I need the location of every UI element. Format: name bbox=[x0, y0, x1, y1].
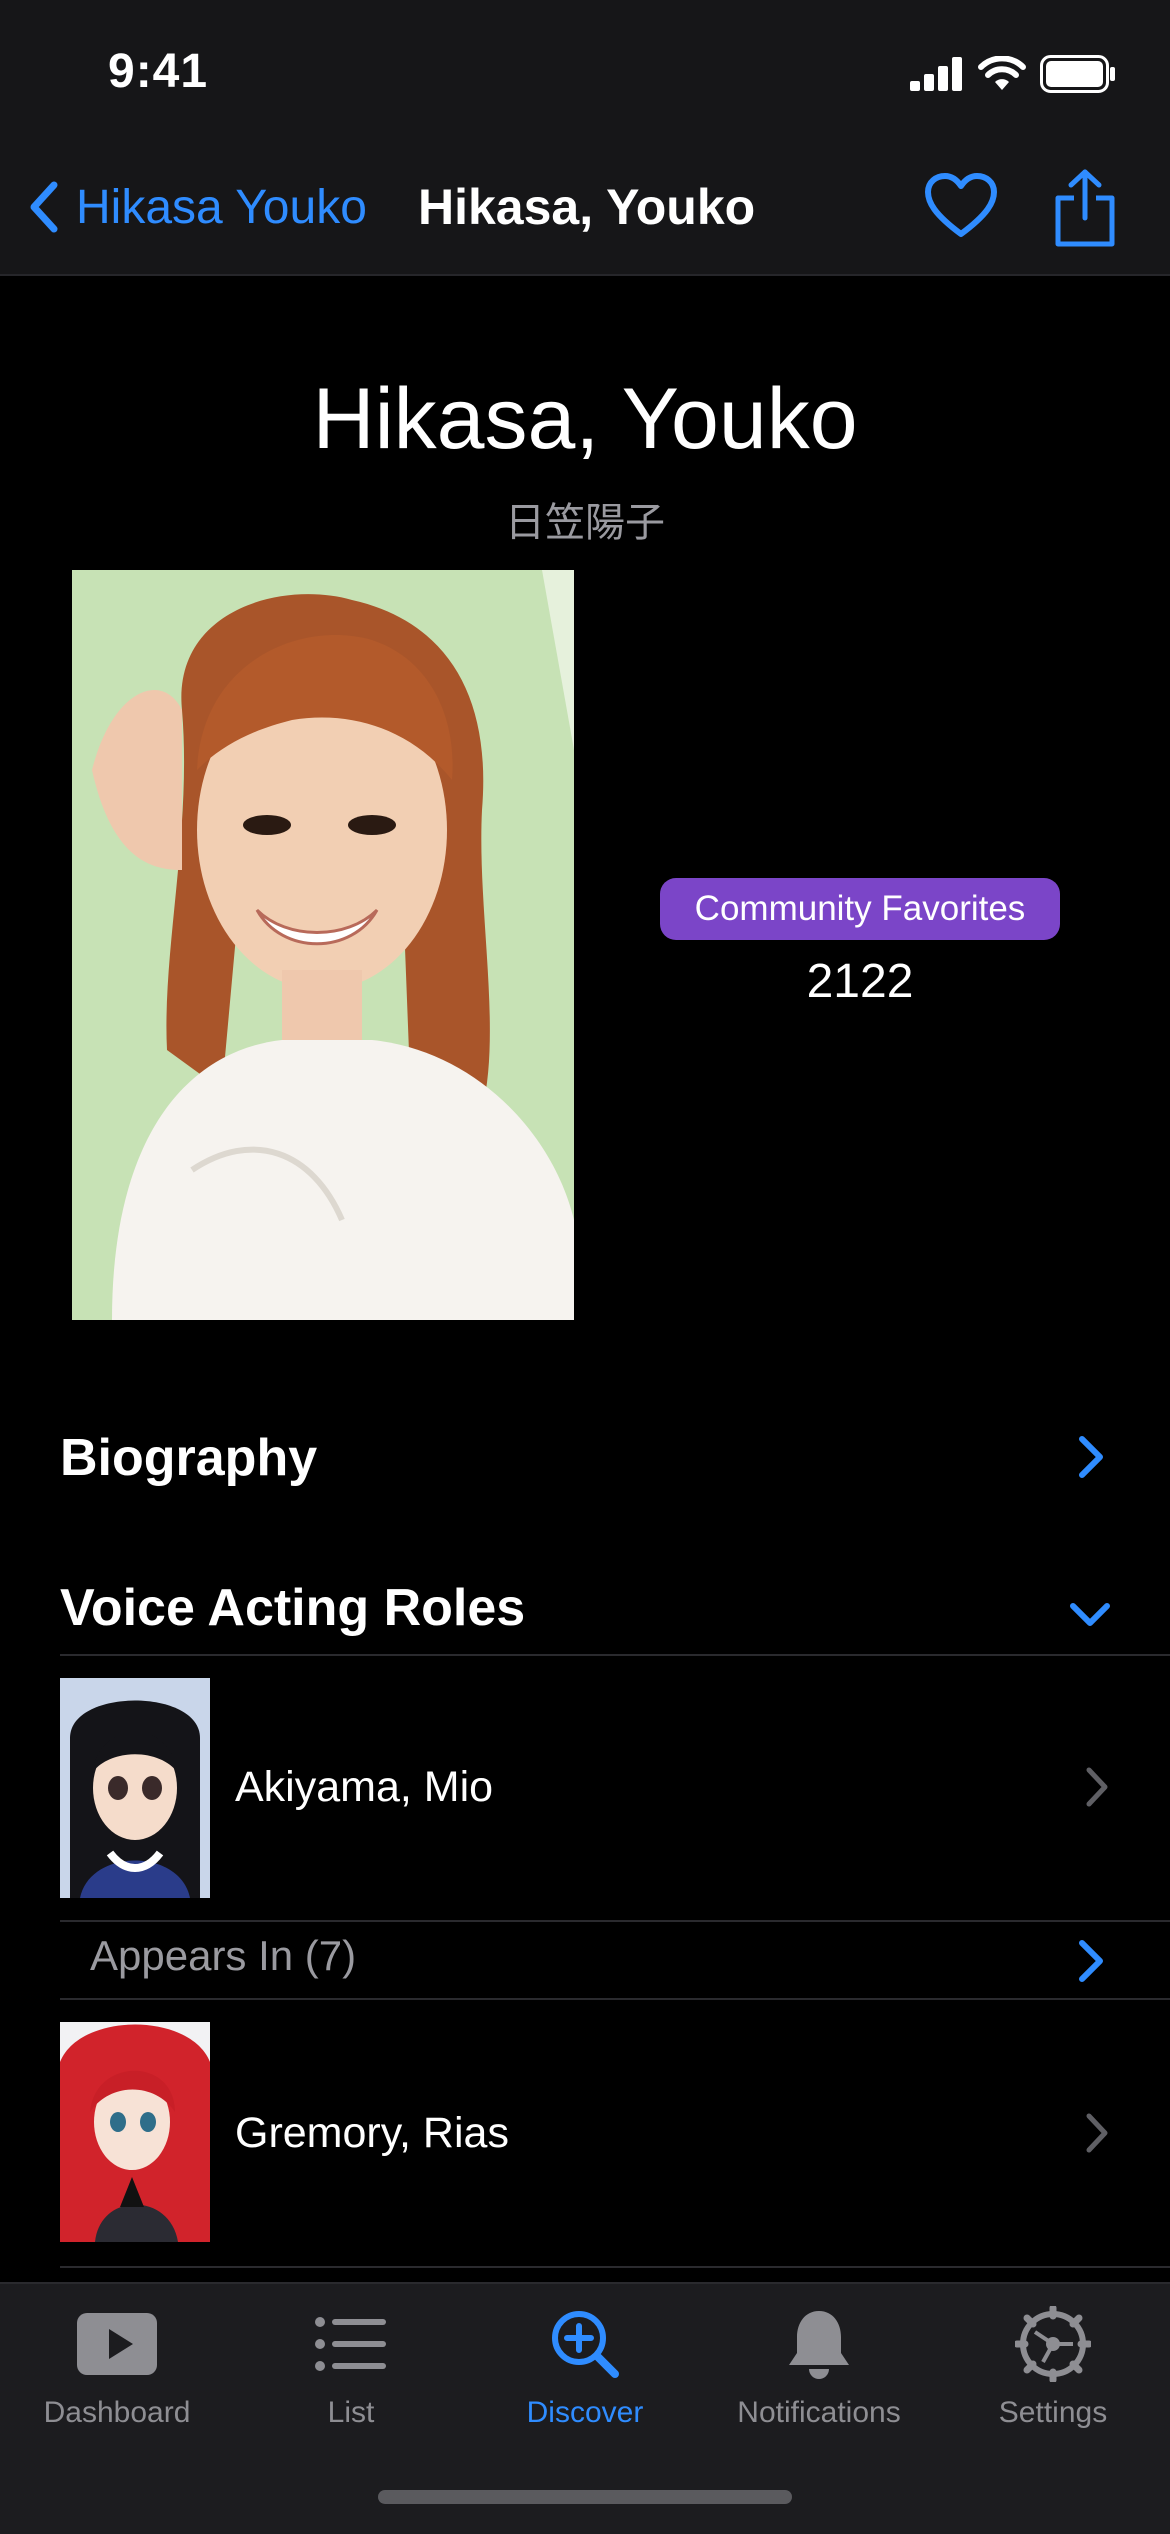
chevron-right-icon bbox=[1079, 1940, 1103, 1982]
appears-in-label: Appears In (7) bbox=[90, 1932, 357, 1979]
favorites-count: 2122 bbox=[806, 955, 914, 1008]
divider bbox=[60, 1998, 1170, 2000]
character-name: Akiyama, Mio bbox=[235, 1762, 494, 1811]
character-name: Gremory, Rias bbox=[235, 2108, 509, 2157]
chevron-right-icon bbox=[1086, 2113, 1108, 2153]
list-icon bbox=[315, 2317, 386, 2371]
divider bbox=[60, 1654, 1170, 1656]
back-button[interactable]: Hikasa Youko bbox=[24, 172, 367, 242]
home-indicator bbox=[378, 2490, 792, 2504]
share-button[interactable] bbox=[1052, 168, 1118, 248]
tab-label: Notifications bbox=[737, 2396, 901, 2429]
heart-icon bbox=[925, 173, 997, 237]
status-time: 9:41 bbox=[108, 45, 209, 98]
tab-discover[interactable]: Discover bbox=[468, 2304, 702, 2430]
chevron-right-icon bbox=[1086, 1767, 1108, 1807]
community-favorites-badge: Community Favorites bbox=[660, 878, 1060, 940]
character-thumbnail bbox=[60, 2022, 210, 2242]
play-icon bbox=[77, 2313, 157, 2375]
biography-title: Biography bbox=[60, 1429, 318, 1487]
discover-icon bbox=[552, 2311, 619, 2378]
nav-title: Hikasa, Youko bbox=[418, 179, 756, 235]
favorite-button[interactable] bbox=[924, 172, 998, 242]
tab-notifications[interactable]: Notifications bbox=[702, 2304, 936, 2430]
gear-icon bbox=[1015, 2306, 1091, 2382]
tab-list[interactable]: List bbox=[234, 2304, 468, 2430]
tab-label: List bbox=[327, 2396, 375, 2429]
person-name: Hikasa, Youko bbox=[312, 371, 858, 467]
character-thumbnail bbox=[60, 1678, 210, 1898]
back-button-label: Hikasa Youko bbox=[76, 180, 367, 234]
appears-in-row[interactable]: Appears In (7) bbox=[0, 1922, 1170, 1998]
navigation-bar: 9:41 Hikasa Youko Hikasa, Youko bbox=[0, 0, 1170, 276]
biography-row[interactable]: Biography bbox=[0, 1410, 1170, 1500]
tab-settings[interactable]: Settings bbox=[936, 2304, 1170, 2430]
voice-roles-title: Voice Acting Roles bbox=[60, 1579, 526, 1637]
tab-label: Settings bbox=[998, 2396, 1108, 2429]
chevron-right-icon bbox=[1079, 1436, 1103, 1478]
divider bbox=[60, 2266, 1170, 2268]
battery-icon bbox=[1040, 55, 1115, 93]
signal-icon bbox=[910, 57, 962, 91]
tab-dashboard[interactable]: Dashboard bbox=[0, 2304, 234, 2430]
voice-roles-header[interactable]: Voice Acting Roles bbox=[0, 1566, 1170, 1656]
wifi-icon bbox=[978, 56, 1026, 90]
chevron-left-icon bbox=[30, 181, 58, 233]
tab-label: Discover bbox=[526, 2396, 644, 2429]
portrait-image bbox=[72, 570, 574, 1320]
status-icons bbox=[910, 52, 1116, 96]
role-row[interactable]: Gremory, Rias bbox=[60, 2022, 1170, 2244]
person-native-name: 日笠陽子 bbox=[505, 501, 665, 545]
person-portrait[interactable] bbox=[72, 570, 574, 1320]
tab-label: Dashboard bbox=[43, 2396, 191, 2429]
bell-icon bbox=[789, 2311, 849, 2379]
chevron-down-icon bbox=[1070, 1603, 1110, 1626]
share-icon bbox=[1055, 169, 1115, 247]
role-row[interactable]: Akiyama, Mio bbox=[60, 1676, 1170, 1898]
